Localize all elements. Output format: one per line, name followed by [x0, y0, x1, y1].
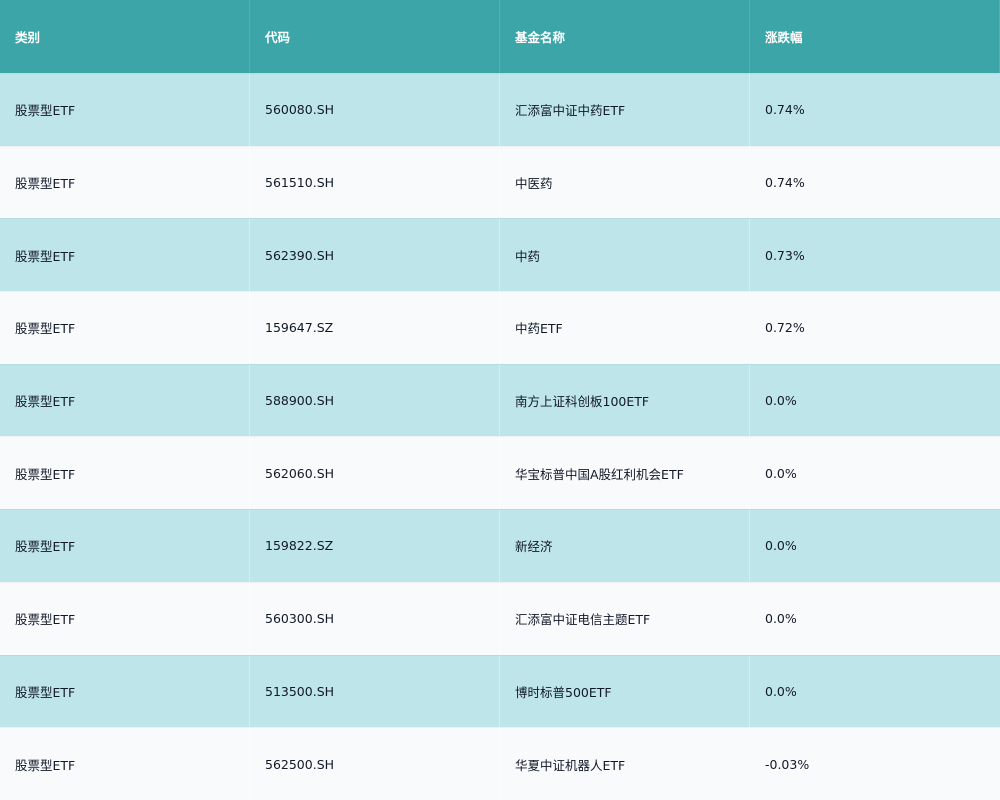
cell-category: 股票型ETF — [0, 364, 250, 437]
table-row[interactable]: 股票型ETF 561510.SH 中医药 0.74% — [0, 145, 1000, 219]
table-row[interactable]: 股票型ETF 560080.SH 汇添富中证中药ETF 0.74% — [0, 73, 1000, 146]
cell-change: 0.74% — [765, 175, 805, 191]
table-row[interactable]: 股票型ETF 562500.SH 华夏中证机器人ETF -0.03% — [0, 727, 1000, 800]
cell-change: -0.03% — [765, 756, 810, 772]
cell-change: 0.0% — [765, 538, 797, 554]
table-row[interactable]: 股票型ETF 159647.SZ 中药ETF 0.72% — [0, 291, 1000, 364]
cell-fund-name: 华夏中证机器人ETF — [500, 728, 750, 800]
cell-fund-name: 博时标普500ETF — [500, 655, 750, 728]
cell-code: 562060.SH — [250, 437, 500, 510]
cell-code: 560300.SH — [250, 582, 500, 655]
cell-fund-name: 新经济 — [500, 510, 750, 582]
table-header: 类别 代码 基金名称 涨跌幅 — [0, 0, 1000, 73]
column-header-code[interactable]: 代码 — [250, 0, 500, 73]
table-row[interactable]: 股票型ETF 560300.SH 汇添富中证电信主题ETF 0.0% — [0, 581, 1000, 655]
cell-fund-name: 汇添富中证电信主题ETF — [500, 582, 750, 655]
table-row[interactable]: 股票型ETF 562390.SH 中药 0.73% — [0, 218, 1000, 292]
cell-fund-name: 南方上证科创板100ETF — [500, 364, 750, 437]
cell-category: 股票型ETF — [0, 219, 250, 292]
cell-fund-name: 中医药 — [500, 146, 750, 219]
table-row[interactable]: 股票型ETF 513500.SH 博时标普500ETF 0.0% — [0, 654, 1000, 728]
column-header-category[interactable]: 类别 — [0, 0, 250, 73]
cell-fund-name: 中药 — [500, 219, 750, 292]
cell-category: 股票型ETF — [0, 146, 250, 219]
cell-code: 562500.SH — [250, 728, 500, 800]
cell-category: 股票型ETF — [0, 437, 250, 510]
cell-code: 562390.SH — [250, 219, 500, 292]
etf-table: 类别 代码 基金名称 涨跌幅 股票型ETF 560080.SH 汇添富中证中药E… — [0, 0, 1000, 800]
table-row[interactable]: 股票型ETF 588900.SH 南方上证科创板100ETF 0.0% — [0, 363, 1000, 437]
cell-fund-name: 中药ETF — [500, 292, 750, 364]
cell-fund-name: 华宝标普中国A股红利机会ETF — [500, 437, 750, 510]
table-row[interactable]: 股票型ETF 562060.SH 华宝标普中国A股红利机会ETF 0.0% — [0, 436, 1000, 510]
cell-category: 股票型ETF — [0, 510, 250, 582]
cell-code: 560080.SH — [250, 74, 500, 146]
column-header-fund-name[interactable]: 基金名称 — [500, 0, 750, 73]
cell-fund-name: 汇添富中证中药ETF — [500, 74, 750, 146]
column-header-change[interactable]: 涨跌幅 — [750, 0, 1000, 73]
cell-code: 159822.SZ — [250, 510, 500, 582]
cell-change: 0.72% — [765, 320, 805, 336]
cell-category: 股票型ETF — [0, 582, 250, 655]
cell-change: 0.0% — [765, 611, 797, 627]
cell-category: 股票型ETF — [0, 74, 250, 146]
cell-code: 561510.SH — [250, 146, 500, 219]
cell-code: 588900.SH — [250, 364, 500, 437]
cell-change: 0.74% — [765, 102, 805, 118]
cell-change: 0.0% — [765, 465, 797, 481]
cell-category: 股票型ETF — [0, 728, 250, 800]
cell-code: 513500.SH — [250, 655, 500, 728]
cell-code: 159647.SZ — [250, 292, 500, 364]
cell-category: 股票型ETF — [0, 655, 250, 728]
cell-change: 0.0% — [765, 683, 797, 699]
cell-change: 0.73% — [765, 247, 805, 263]
cell-change: 0.0% — [765, 393, 797, 409]
cell-category: 股票型ETF — [0, 292, 250, 364]
table-row[interactable]: 股票型ETF 159822.SZ 新经济 0.0% — [0, 509, 1000, 582]
